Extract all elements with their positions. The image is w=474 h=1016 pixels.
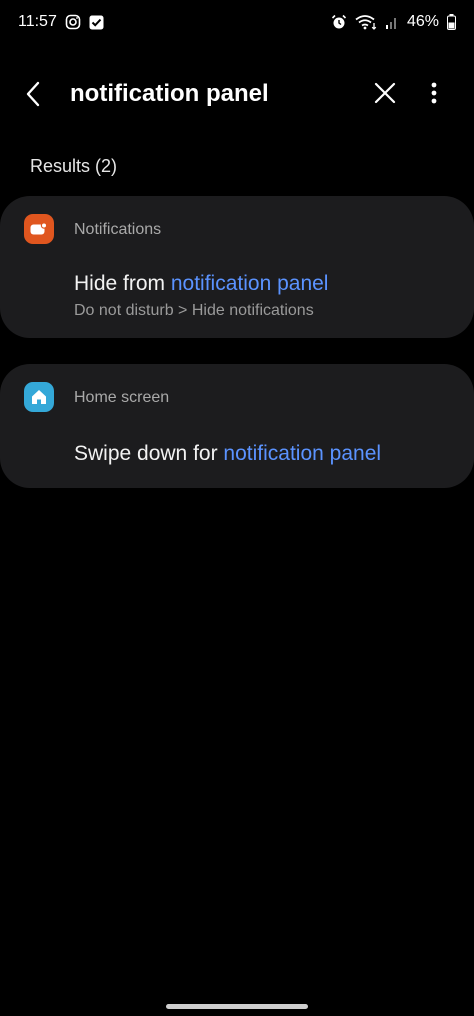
result-title-highlight: notification panel [223,442,382,465]
search-input[interactable]: notification panel [70,78,269,110]
status-bar: 11:57 46% [0,0,474,44]
wifi-icon [355,14,377,30]
clear-search-button[interactable] [368,76,402,110]
result-title: Swipe down for notification panel [74,442,381,466]
search-bar: notification panel [0,64,474,122]
more-vertical-icon [431,82,437,104]
result-title-prefix: Hide from [74,272,171,295]
battery-icon [447,14,456,30]
result-card-home-screen[interactable]: Home screen Swipe down for notification … [0,364,474,488]
home-screen-app-icon [24,382,54,412]
instagram-icon [65,14,81,30]
alarm-icon [331,14,347,30]
notifications-app-icon [24,214,54,244]
status-bar-right: 46% [331,13,456,31]
more-options-button[interactable] [418,76,450,110]
status-bar-left: 11:57 [18,13,104,31]
result-title-highlight: notification panel [170,272,329,295]
back-arrow-icon [26,81,40,107]
result-title-prefix: Swipe down for [74,442,224,465]
home-indicator[interactable] [166,1004,308,1009]
signal-icon [385,15,399,29]
result-title: Hide from notification panel [74,272,328,296]
check-box-icon [89,15,104,30]
battery-percent: 46% [406,13,439,30]
status-time: 11:57 [18,13,57,30]
result-path: Do not disturb > Hide notifications [74,302,314,319]
result-category: Notifications [74,221,162,238]
result-card-notifications[interactable]: Notifications Hide from notification pan… [0,196,474,338]
result-category: Home screen [74,389,170,406]
results-count-label: Results (2) [30,156,118,176]
close-icon [374,82,396,104]
back-button[interactable] [18,78,50,110]
